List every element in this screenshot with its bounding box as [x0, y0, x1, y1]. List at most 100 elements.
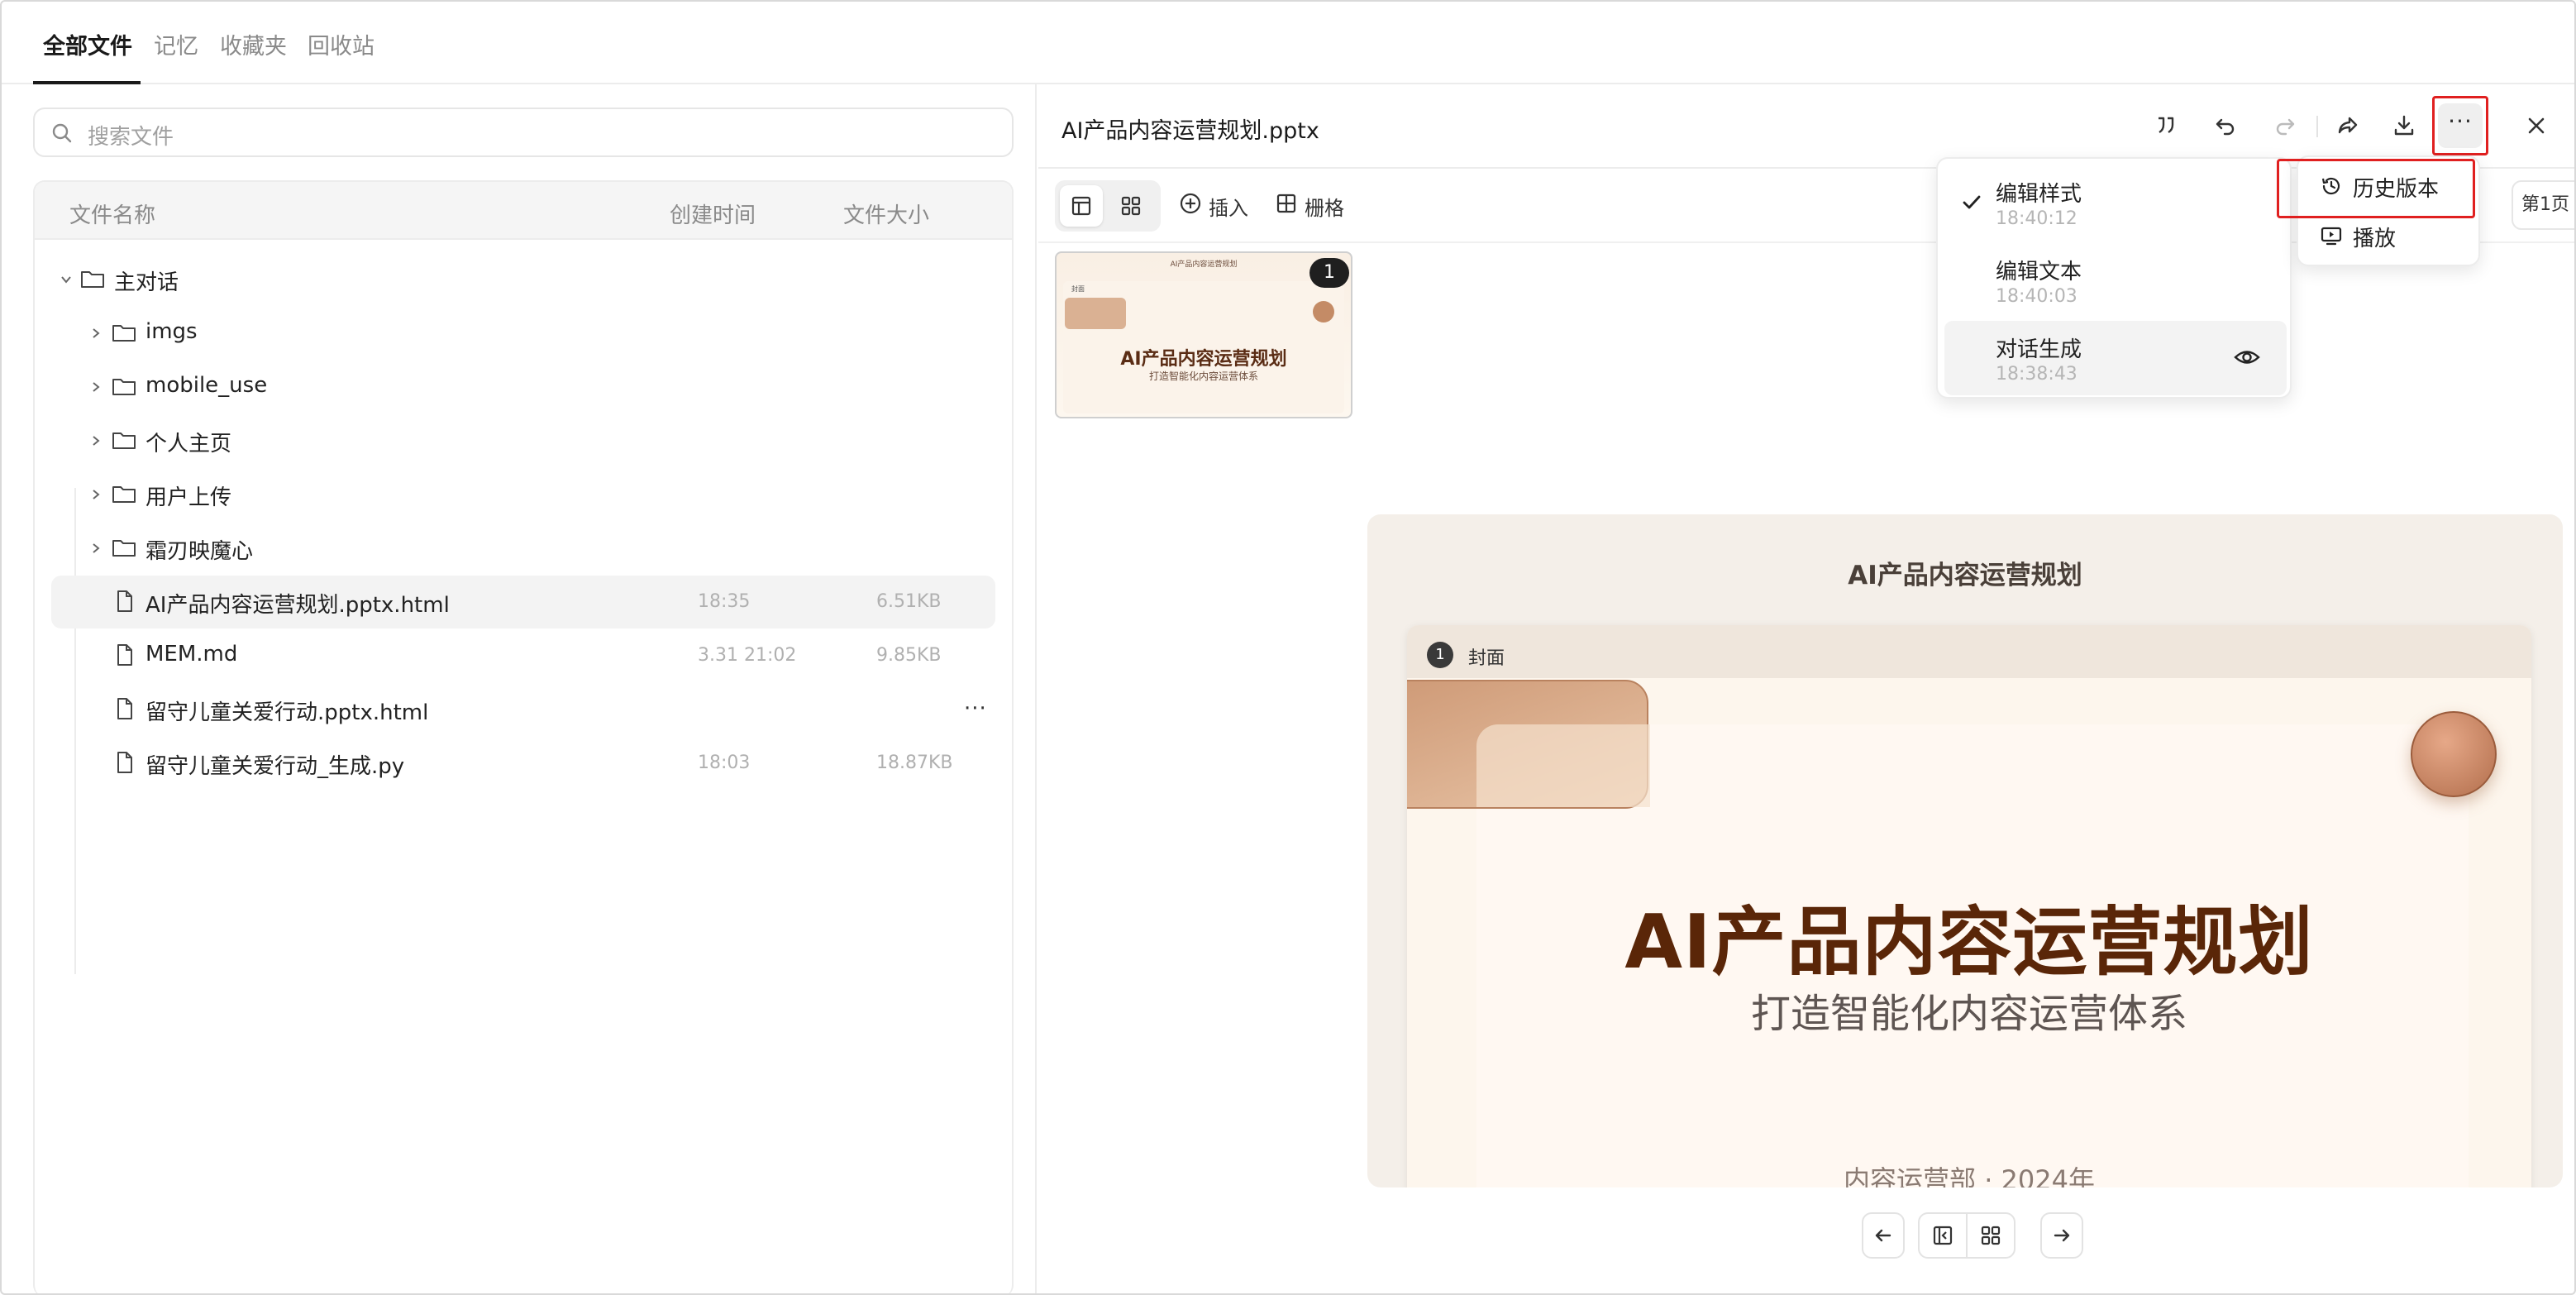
slide-thumbnail[interactable]: AI产品内容运营规划 封面 AI产品内容运营规划 打造智能化内容运营体系 1: [1055, 251, 1352, 418]
slide-section-label: 封面: [1468, 648, 1505, 669]
chevron-down-icon[interactable]: [58, 271, 74, 288]
tab-all-files[interactable]: 全部文件: [43, 28, 132, 60]
grid-lines-icon[interactable]: [1275, 192, 1298, 215]
folder-icon: [112, 379, 136, 395]
tab-memory[interactable]: 记忆: [154, 28, 198, 60]
view-mode-toggle: [1055, 180, 1161, 232]
toolbar-divider: [2316, 116, 2318, 137]
file-icon: [117, 590, 132, 612]
arrow-left-icon: [1875, 1229, 1891, 1242]
chevron-right-icon[interactable]: [88, 325, 104, 342]
file-name: MEM.md: [145, 642, 238, 667]
chevron-right-icon[interactable]: [88, 432, 104, 449]
slide-main-title: AI产品内容运营规划: [1624, 899, 2314, 986]
play-label: 播放: [2353, 227, 2397, 251]
play-menu-item[interactable]: 播放: [2305, 213, 2475, 256]
table-header: 文件名称 创建时间 文件大小: [35, 182, 1012, 240]
page-indicator[interactable]: 第1页: [2512, 180, 2574, 230]
tree-row-folder[interactable]: 主对话: [51, 253, 995, 306]
thumbnail-title: AI产品内容运营规划: [1120, 349, 1287, 370]
file-created-time: 18:35: [698, 591, 751, 612]
folder-name: 个人主页: [145, 432, 232, 456]
file-browser-panel: 搜索文件 文件名称 创建时间 文件大小 主对话 imgs mobile_use …: [2, 84, 1037, 1293]
folder-icon: [112, 432, 136, 449]
grid-overview-button[interactable]: [1966, 1212, 2015, 1259]
download-icon[interactable]: [2388, 109, 2421, 142]
slide-header-title: AI产品内容运营规划: [1848, 561, 2082, 590]
search-placeholder: 搜索文件: [88, 125, 174, 150]
file-name: 留守儿童关爱行动_生成.py: [145, 754, 405, 779]
tree-row-folder[interactable]: mobile_use: [51, 361, 995, 413]
eye-icon[interactable]: [2234, 346, 2260, 369]
folder-name: 用户上传: [145, 485, 232, 510]
grid-icon: [1981, 1226, 2001, 1245]
slide-number-badge: 1: [1427, 642, 1453, 668]
history-item[interactable]: 编辑文本 18:40:03: [1944, 243, 2287, 318]
arrow-right-icon: [2054, 1229, 2070, 1242]
file-name: 留守儿童关爱行动.pptx.html: [145, 700, 429, 725]
tree-row-folder[interactable]: 个人主页: [51, 414, 995, 467]
slide-canvas[interactable]: 1 封面 AI产品内容运营规划 打造智能化内容运营体系 内容运营部 · 2024…: [1407, 625, 2531, 1187]
document-title: AI产品内容运营规划.pptx: [1061, 118, 1319, 144]
tree-row-file[interactable]: MEM.md 3.31 21:02 9.85KB: [51, 629, 995, 682]
column-header-created[interactable]: 创建时间: [670, 198, 756, 229]
undo-icon[interactable]: [2209, 109, 2242, 142]
more-options-button[interactable]: ···: [2432, 96, 2488, 155]
sidebar-collapse-icon: [1933, 1226, 1953, 1245]
thumbnail-header-title: AI产品内容运营规划: [1170, 260, 1238, 269]
tree-row-file-selected[interactable]: AI产品内容运营规划.pptx.html 18:35 6.51KB: [51, 576, 995, 628]
thumbnail-decor-circle: [1313, 301, 1334, 323]
file-tabs-bar: 全部文件 记忆 收藏夹 回收站: [2, 2, 2574, 84]
file-size: 9.85KB: [876, 645, 942, 666]
slide-section-bar: [1407, 625, 2531, 678]
add-circle-icon[interactable]: [1179, 192, 1202, 215]
tree-row-file[interactable]: 留守儿童关爱行动.pptx.html ···: [51, 683, 995, 736]
thumbnail-subtitle: 打造智能化内容运营体系: [1148, 370, 1258, 382]
tree-row-folder[interactable]: 霜刃映魔心: [51, 522, 995, 575]
chevron-right-icon[interactable]: [88, 486, 104, 503]
single-view-button[interactable]: [1060, 185, 1103, 227]
file-created-time: 18:03: [698, 753, 751, 773]
slide-footer: 内容运营部 · 2024年: [1844, 1164, 2095, 1187]
chevron-right-icon[interactable]: [88, 379, 104, 395]
folder-icon: [81, 271, 104, 288]
history-item-time: 18:40:12: [1996, 208, 2077, 229]
folder-name: 霜刃映魔心: [145, 539, 254, 564]
history-item-hovered[interactable]: 对话生成 18:38:43: [1944, 321, 2287, 395]
tab-recycle-bin[interactable]: 回收站: [308, 28, 374, 60]
history-versions-menu: 编辑样式 18:40:12 编辑文本 18:40:03 对话生成 18:38:4…: [1936, 157, 2292, 399]
file-name: AI产品内容运营规划.pptx.html: [145, 593, 450, 618]
search-input[interactable]: 搜索文件: [33, 108, 1014, 157]
toggle-sidebar-button[interactable]: [1918, 1212, 1968, 1259]
history-item-time: 18:40:03: [1996, 286, 2077, 307]
tree-row-file[interactable]: 留守儿童关爱行动_生成.py 18:03 18.87KB: [51, 737, 995, 790]
file-icon: [117, 644, 132, 666]
tree-row-folder[interactable]: 用户上传: [51, 468, 995, 521]
check-icon: [1963, 195, 1981, 209]
history-item-label: 编辑文本: [1996, 260, 2082, 284]
folder-icon: [112, 540, 136, 557]
quote-icon[interactable]: [2149, 109, 2182, 142]
share-icon[interactable]: [2331, 109, 2364, 142]
grid-button[interactable]: 栅格: [1305, 192, 1344, 221]
thumbnail-section-label: 封面: [1071, 285, 1085, 293]
chevron-right-icon[interactable]: [88, 540, 104, 557]
close-icon[interactable]: [2520, 109, 2553, 142]
file-icon: [117, 752, 132, 773]
redo-icon[interactable]: [2268, 109, 2302, 142]
history-item-label: 编辑样式: [1996, 182, 2082, 207]
highlight-annotation-box: [2277, 159, 2475, 218]
slide-decor-circle: [2411, 711, 2497, 797]
column-header-size[interactable]: 文件大小: [843, 198, 929, 229]
history-item[interactable]: 编辑样式 18:40:12: [1944, 165, 2287, 240]
insert-button[interactable]: 插入: [1209, 192, 1248, 221]
tab-favorites[interactable]: 收藏夹: [220, 28, 287, 60]
column-header-name[interactable]: 文件名称: [69, 198, 155, 229]
grid-view-button[interactable]: [1109, 185, 1152, 227]
next-slide-button[interactable]: [2040, 1212, 2083, 1259]
row-more-options-button[interactable]: ···: [964, 696, 987, 721]
previous-slide-button[interactable]: [1862, 1212, 1905, 1259]
file-table: 文件名称 创建时间 文件大小 主对话 imgs mobile_use 个人主页 …: [33, 180, 1014, 1293]
tree-row-folder[interactable]: imgs: [51, 307, 995, 360]
slide-decor-overlay: [1476, 724, 1650, 807]
